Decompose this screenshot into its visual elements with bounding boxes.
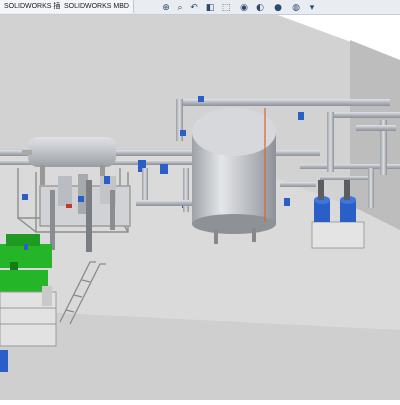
hide-show-items-icon[interactable]: ◐ — [254, 2, 266, 14]
red-valve — [66, 204, 72, 208]
tab-solidworks-mbd[interactable]: SOLIDWORKS MBD — [60, 0, 134, 13]
overhead-pipe-riser — [327, 112, 334, 172]
zoom-to-fit-icon[interactable]: ⊕ — [160, 2, 172, 14]
view-settings-icon[interactable]: ▾ — [306, 2, 318, 14]
section-view-icon[interactable]: ◧ — [204, 2, 216, 14]
compressor-units[interactable] — [0, 234, 57, 347]
edit-appearance-icon[interactable]: ● — [272, 2, 284, 14]
storage-tank[interactable] — [192, 108, 276, 244]
overhead-pipe-top — [180, 99, 390, 106]
view-orientation-icon[interactable]: ⬚ — [220, 2, 232, 14]
previous-view-icon[interactable]: ↶ — [188, 2, 200, 14]
cad-3d-viewport[interactable] — [0, 0, 400, 400]
plant-model-view[interactable] — [0, 0, 400, 400]
apply-scene-icon[interactable]: ◍ — [290, 2, 302, 14]
overhead-pipe-right-2 — [330, 112, 400, 118]
zoom-area-icon[interactable]: ⌕ — [174, 2, 186, 14]
blue-unit-bottom-left — [0, 350, 8, 372]
display-style-icon[interactable]: ◉ — [238, 2, 250, 14]
heads-up-view-toolbar: ⊕ ⌕ ↶ ◧ ⬚ ◉ ◐ ● ◍ ▾ — [160, 2, 340, 16]
